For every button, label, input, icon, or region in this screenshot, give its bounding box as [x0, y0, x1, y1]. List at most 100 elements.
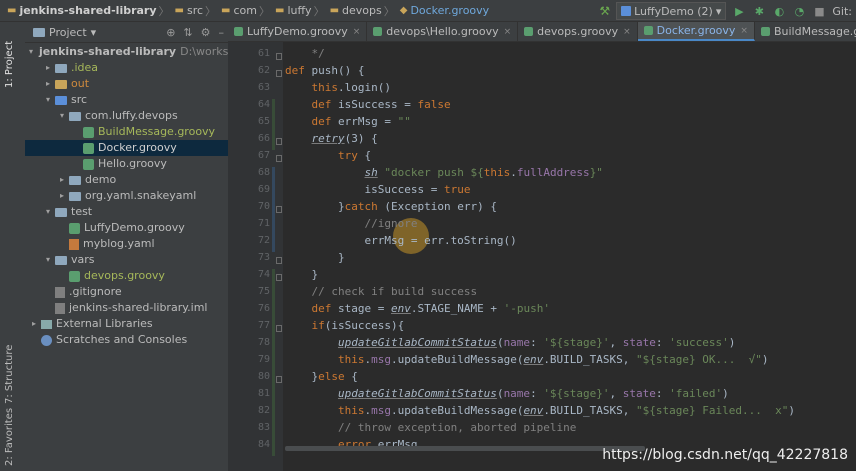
- code-token: //ignore: [364, 217, 418, 230]
- code-line: updateGitlabCommitStatus(name: '${stage}…: [285, 334, 735, 351]
- chevron-right-icon[interactable]: ▸: [29, 316, 39, 332]
- debug-icon[interactable]: ✱: [752, 4, 766, 18]
- editor-tab[interactable]: BuildMessage.groovy×: [755, 22, 856, 41]
- groovy-file-icon: [83, 126, 94, 138]
- tree-item[interactable]: Scratches and Consoles: [25, 332, 232, 348]
- breadcrumb-separator: 〉: [158, 4, 170, 18]
- left-tool-strip: 1: Project 7: Structure 2: Favorites: [0, 22, 26, 471]
- tree-item[interactable]: ▾ jenkins-shared-library D:\workspace\l: [25, 44, 262, 60]
- horizontal-scrollbar[interactable]: [285, 446, 645, 451]
- close-icon[interactable]: ×: [353, 27, 361, 37]
- stop-icon[interactable]: ■: [812, 4, 826, 18]
- project-view-select[interactable]: Project: [49, 26, 87, 39]
- code-line: this.login(): [285, 79, 391, 96]
- chevron-right-icon[interactable]: ▸: [57, 172, 67, 188]
- chevron-down-icon[interactable]: ▾: [43, 252, 53, 268]
- code-token: :: [530, 387, 544, 400]
- code-token: }: [285, 200, 345, 213]
- tree-item[interactable]: ▸ out: [25, 76, 246, 92]
- folder-icon: [69, 191, 81, 201]
- gear-icon[interactable]: ⚙: [201, 26, 211, 39]
- watermark: https://blog.csdn.net/qq_42227818: [602, 447, 848, 463]
- fold-marker-icon[interactable]: [276, 138, 282, 145]
- tree-item[interactable]: ▸ External Libraries: [25, 316, 232, 332]
- editor-tab[interactable]: devops\Hello.groovy ×: [367, 22, 519, 41]
- close-icon[interactable]: ×: [623, 27, 631, 37]
- editor-tab-label: Docker.groovy: [656, 24, 736, 37]
- fold-marker-icon[interactable]: [276, 325, 282, 332]
- chevron-down-icon[interactable]: ▾: [91, 26, 97, 39]
- breadcrumb-item[interactable]: com: [234, 4, 258, 17]
- fold-marker-icon[interactable]: [276, 70, 282, 77]
- close-icon[interactable]: ×: [504, 27, 512, 37]
- tree-item-label: test: [71, 205, 93, 218]
- profile-icon[interactable]: ◔: [792, 4, 806, 18]
- code-token: push() {: [311, 64, 365, 77]
- breadcrumb-item[interactable]: devops: [342, 4, 382, 17]
- tree-item[interactable]: devops.groovy: [25, 268, 260, 284]
- fold-marker-icon[interactable]: [276, 155, 282, 162]
- fold-marker-icon[interactable]: [276, 274, 282, 281]
- folder-icon: ▬: [7, 5, 17, 16]
- tree-item[interactable]: ▸ org.yaml.snakeyaml: [25, 188, 260, 204]
- code-token: updateGitlabCommitStatus: [337, 336, 497, 349]
- tree-item[interactable]: ▸ demo: [25, 172, 260, 188]
- hide-icon[interactable]: –: [219, 26, 225, 39]
- breadcrumb-item[interactable]: luffy: [287, 4, 311, 17]
- chevron-down-icon[interactable]: ▾: [29, 44, 33, 60]
- tool-tab-structure[interactable]: 7: Structure: [4, 345, 15, 404]
- breadcrumb-item[interactable]: jenkins-shared-library: [19, 4, 156, 17]
- source-folder-icon: [55, 95, 67, 105]
- breadcrumb: ▬ jenkins-shared-library 〉 ▬ src 〉 ▬ com 〉 ▬ luffy…: [0, 3, 489, 19]
- code-line: retry(3) {: [285, 130, 378, 147]
- chevron-down-icon[interactable]: ▾: [57, 108, 67, 124]
- code-token: */: [285, 47, 325, 60]
- tree-item[interactable]: ▾ vars: [25, 252, 246, 268]
- editor-tab[interactable]: devops.groovy ×: [518, 22, 638, 41]
- build-hammer-icon[interactable]: ⚒: [599, 4, 610, 18]
- line-number: 73: [257, 252, 270, 263]
- chevron-right-icon[interactable]: ▸: [43, 76, 53, 92]
- code-token: "${stage} OK... √": [636, 353, 762, 366]
- tree-item[interactable]: ▾ test: [25, 204, 246, 220]
- run-configuration-select[interactable]: LuffyDemo (2) ▾: [616, 2, 727, 20]
- tool-tab-project[interactable]: 1: Project: [4, 41, 15, 88]
- tree-item[interactable]: ▾ com.luffy.devops: [25, 108, 260, 124]
- fold-marker-icon[interactable]: [276, 53, 282, 60]
- fold-marker-icon[interactable]: [276, 376, 282, 383]
- breadcrumb-item[interactable]: Docker.groovy: [410, 4, 489, 17]
- chevron-right-icon[interactable]: ▸: [43, 60, 53, 76]
- tree-item[interactable]: jenkins-shared-library.iml: [25, 300, 246, 316]
- tool-tab-favorites[interactable]: 2: Favorites: [4, 408, 15, 466]
- breadcrumb-separator: 〉: [205, 4, 217, 18]
- editor-tab-label: BuildMessage.groovy: [773, 25, 856, 38]
- fold-marker-icon[interactable]: [276, 206, 282, 213]
- close-icon[interactable]: ×: [740, 26, 748, 36]
- folder-icon: [55, 207, 67, 217]
- code-token: false: [417, 98, 451, 111]
- tree-item[interactable]: ▸ .idea: [25, 60, 246, 76]
- run-icon[interactable]: ▶: [732, 4, 746, 18]
- breadcrumb-item[interactable]: src: [187, 4, 203, 17]
- editor-tab[interactable]: LuffyDemo.groovy ×: [228, 22, 368, 41]
- code-token: msg: [371, 404, 391, 417]
- tree-item[interactable]: LuffyDemo.groovy: [25, 220, 260, 236]
- locate-icon[interactable]: ⊕: [166, 26, 175, 39]
- tree-item[interactable]: myblog.yaml: [25, 236, 260, 252]
- tree-item[interactable]: .gitignore: [25, 284, 246, 300]
- code-token: }: [285, 251, 345, 264]
- chevron-down-icon[interactable]: ▾: [43, 92, 53, 108]
- code-area[interactable]: */def push() { this.login() def isSucces…: [283, 42, 856, 471]
- chevron-right-icon[interactable]: ▸: [57, 188, 67, 204]
- code-line: def errMsg = "": [285, 113, 411, 130]
- coverage-icon[interactable]: ◐: [772, 4, 786, 18]
- chevron-down-icon[interactable]: ▾: [43, 204, 53, 220]
- collapse-icon[interactable]: ⇅: [183, 26, 192, 39]
- tree-item[interactable]: ▾ src: [25, 92, 246, 108]
- editor-tab[interactable]: Docker.groovy ×: [637, 22, 755, 41]
- fold-marker-icon[interactable]: [276, 257, 282, 264]
- code-line: try {: [285, 147, 371, 164]
